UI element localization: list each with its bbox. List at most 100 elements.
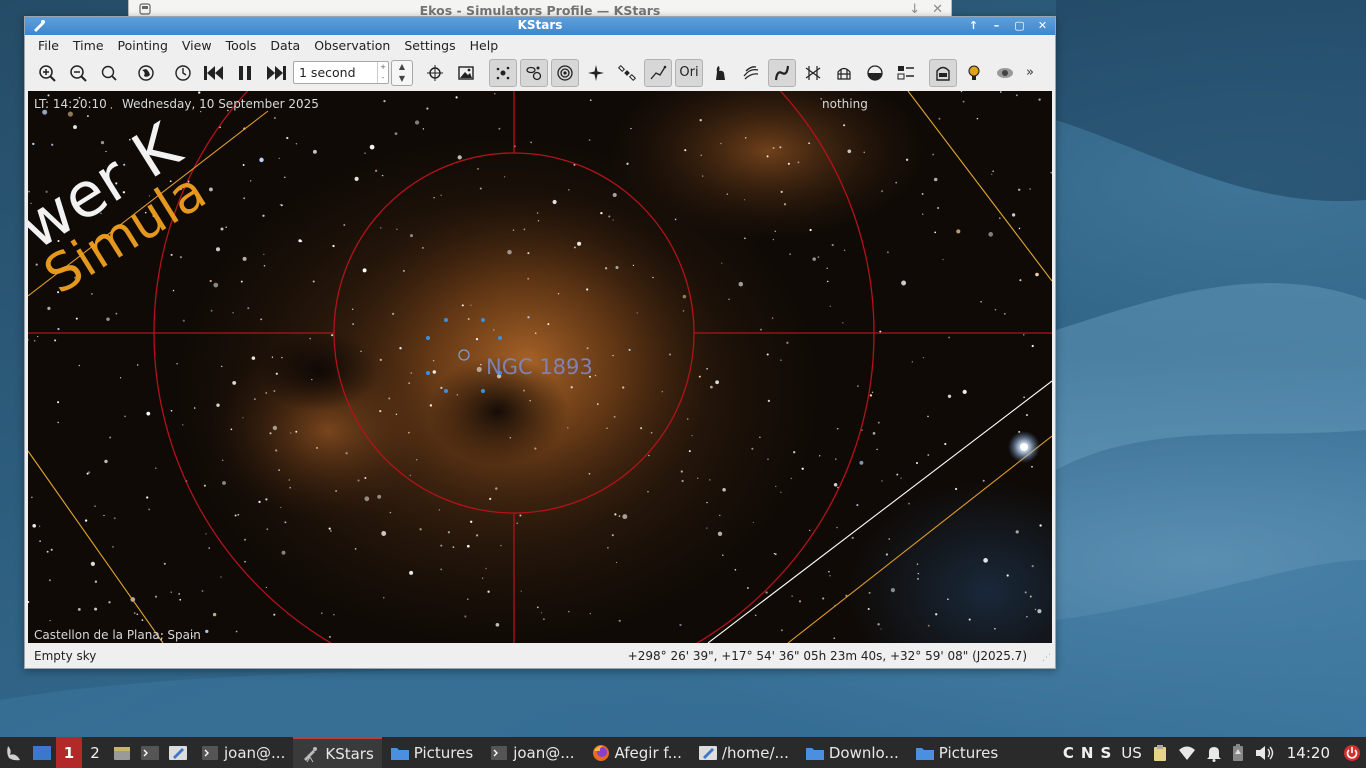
volume-icon[interactable] (1249, 737, 1279, 768)
toggle-milky-way-button[interactable] (737, 59, 765, 87)
close-icon[interactable]: ✕ (932, 2, 943, 17)
star (409, 234, 414, 238)
star (57, 421, 60, 424)
kstars-window-titlebar[interactable]: KStars ↑ – ▢ ✕ (25, 17, 1055, 35)
maximize-icon[interactable]: ▢ (1011, 18, 1028, 33)
star (1039, 524, 1042, 527)
app-launcher-button[interactable] (0, 737, 28, 768)
toggle-ekos-button[interactable] (929, 58, 957, 87)
task-firefox[interactable]: Afegir f... (583, 737, 690, 768)
task-editor[interactable]: /home/... (690, 737, 797, 768)
star (767, 458, 769, 461)
image-overlay-button[interactable] (452, 59, 480, 87)
toggle-supernovae-button[interactable] (582, 59, 610, 87)
workspace-2[interactable]: 2 (82, 737, 108, 768)
find-object-button[interactable] (95, 59, 123, 87)
star (861, 429, 863, 431)
task-terminal-2[interactable]: joan@... (481, 737, 582, 768)
menu-pointing[interactable]: Pointing (111, 38, 175, 53)
task-kstars[interactable]: KStars (293, 737, 382, 768)
menu-settings[interactable]: Settings (397, 38, 462, 53)
wifi-icon[interactable] (1173, 737, 1201, 768)
menu-tools[interactable]: Tools (219, 38, 264, 53)
menu-time[interactable]: Time (66, 38, 111, 53)
toggle-hips-button[interactable] (892, 59, 920, 87)
zoom-out-button[interactable] (64, 59, 92, 87)
toggle-horizontal-grid-button[interactable] (799, 59, 827, 87)
keep-above-icon[interactable]: ↑ (965, 18, 982, 33)
star (540, 612, 543, 614)
menu-data[interactable]: Data (263, 38, 307, 53)
keyboard-layout-indicator[interactable]: US (1116, 737, 1147, 768)
toggle-constellation-art-button[interactable] (706, 59, 734, 87)
toolbar-overflow-icon[interactable]: » (1026, 65, 1034, 80)
terminal-launcher[interactable] (136, 737, 164, 768)
menu-file[interactable]: File (31, 38, 66, 53)
clipboard-icon[interactable] (1147, 737, 1173, 768)
menu-view[interactable]: View (175, 38, 219, 53)
star (170, 253, 173, 256)
show-desktop-button[interactable] (28, 737, 56, 768)
curve-icon (774, 65, 790, 80)
zoom-out-icon (70, 64, 87, 82)
toggle-constellation-names-button[interactable]: Ori (675, 58, 703, 87)
telescope-crosshair-button[interactable] (421, 59, 449, 87)
resize-grip-icon[interactable]: ⋰ (1042, 653, 1051, 663)
task-pictures-1[interactable]: Pictures (382, 737, 481, 768)
editor-launcher[interactable] (164, 737, 192, 768)
star (289, 486, 291, 489)
star (589, 612, 591, 615)
star (440, 194, 442, 196)
battery-icon[interactable] (1227, 737, 1249, 768)
toggle-equatorial-grid-button[interactable] (768, 58, 796, 87)
star (709, 479, 711, 481)
star (622, 514, 628, 520)
toggle-constellation-lines-button[interactable] (644, 58, 672, 87)
power-icon[interactable] (1338, 737, 1366, 768)
star (857, 385, 859, 387)
workspace-1[interactable]: 1 (56, 737, 82, 768)
close-icon[interactable]: ✕ (1034, 18, 1051, 33)
star (182, 424, 184, 426)
notifications-icon[interactable] (1201, 737, 1227, 768)
toggle-solar-system-button[interactable] (551, 58, 579, 87)
toggle-lights-button[interactable] (960, 59, 988, 87)
globe-button[interactable] (132, 59, 160, 87)
task-terminal-1[interactable]: joan@... (192, 737, 293, 768)
object-name-label[interactable]: NGC 1893 (486, 355, 593, 379)
star (836, 526, 838, 529)
set-time-button[interactable] (169, 59, 197, 87)
time-step-input[interactable]: 1 second + - (293, 61, 389, 84)
task-pictures-2[interactable]: Pictures (907, 737, 1006, 768)
star (1031, 344, 1034, 348)
constellation-lines-icon (650, 65, 667, 79)
toggle-stars-button[interactable] (489, 58, 517, 87)
toggle-ground-button[interactable] (830, 59, 858, 87)
taskbar-clock[interactable]: 14:20 (1279, 744, 1338, 762)
task-downloads[interactable]: Downlo... (797, 737, 907, 768)
star (791, 595, 793, 597)
sky-map[interactable]: wer K Simula LT: 14:20:10 Wednesday, 10 … (28, 91, 1052, 643)
toggle-deep-sky-button[interactable] (520, 58, 548, 87)
shade-icon[interactable]: ↓ (909, 2, 920, 17)
star (537, 220, 540, 222)
time-step-spinner[interactable]: + - (377, 62, 388, 83)
zoom-in-button[interactable] (33, 59, 61, 87)
file-manager-launcher[interactable] (108, 737, 136, 768)
toggle-horizon-button[interactable] (861, 59, 889, 87)
menu-help[interactable]: Help (463, 38, 506, 53)
step-backward-button[interactable] (200, 59, 228, 87)
step-forward-button[interactable] (262, 59, 290, 87)
menu-observation[interactable]: Observation (307, 38, 397, 53)
toggle-satellites-button[interactable] (613, 59, 641, 87)
time-step-units-spinner[interactable]: ▲ ▼ (391, 59, 413, 86)
star (908, 502, 910, 505)
toggle-fov-button[interactable] (991, 59, 1019, 87)
minimize-icon[interactable]: – (988, 18, 1005, 33)
star (244, 560, 246, 563)
pause-clock-button[interactable] (231, 59, 259, 87)
star (573, 246, 576, 249)
star (947, 394, 952, 398)
star (1018, 188, 1021, 191)
star (394, 132, 398, 136)
